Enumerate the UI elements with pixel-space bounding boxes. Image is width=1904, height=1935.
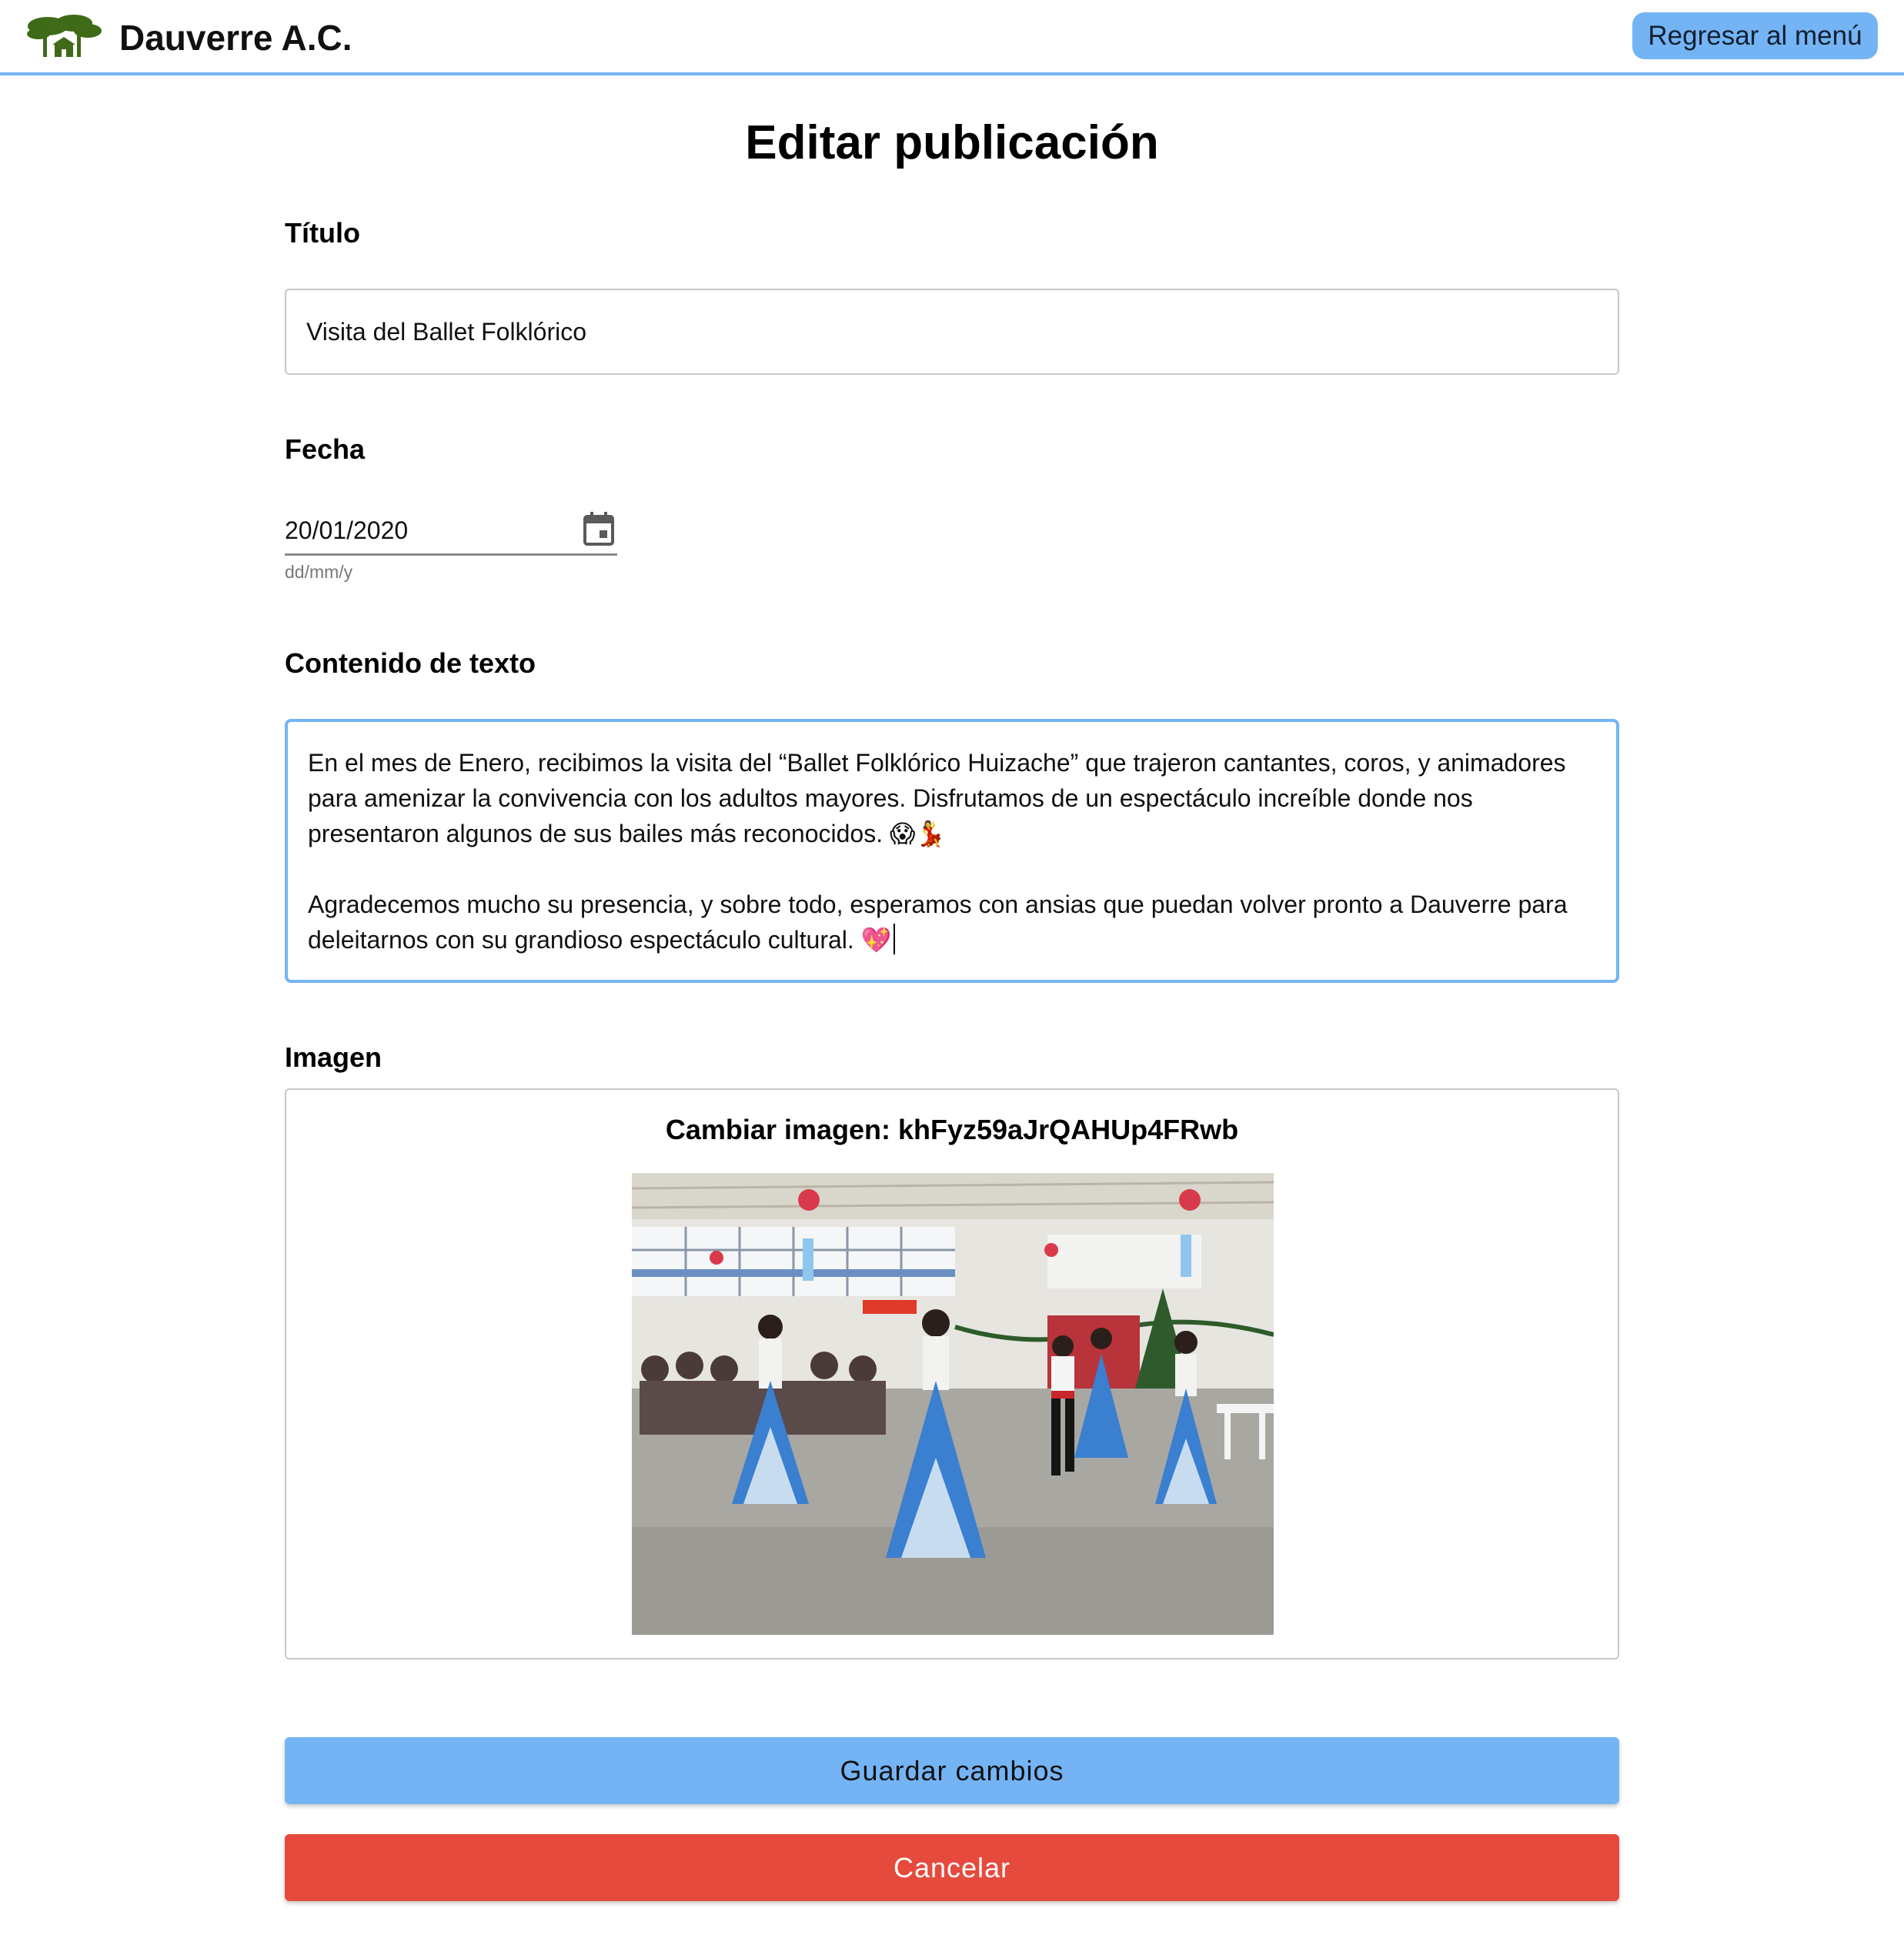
content-label: Contenido de texto	[285, 647, 536, 679]
content-textarea[interactable]: En el mes de Enero, recibimos la visita …	[285, 719, 1619, 983]
date-input[interactable]	[285, 508, 562, 553]
change-image-link[interactable]: Cambiar imagen: khFyz59aJrQAHUp4FRwb	[286, 1113, 1618, 1147]
date-field	[285, 508, 617, 556]
save-changes-button[interactable]: Guardar cambios	[285, 1737, 1619, 1804]
top-bar: Dauverre A.C. Regresar al menú	[0, 0, 1904, 75]
tree-logo-icon	[27, 15, 102, 57]
text-caret	[893, 924, 895, 954]
date-format-hint: dd/mm/y	[285, 562, 353, 582]
content-paragraph-text: Agradecemos mucho su presencia, y sobre …	[308, 891, 1568, 954]
cancel-button[interactable]: Cancelar	[285, 1834, 1619, 1901]
image-label: Imagen	[285, 1041, 382, 1073]
page-title: Editar publicación	[745, 116, 1159, 169]
post-image	[632, 1173, 1274, 1635]
image-panel: Cambiar imagen: khFyz59aJrQAHUp4FRwb	[285, 1088, 1619, 1659]
date-label: Fecha	[285, 433, 366, 465]
calendar-icon[interactable]	[583, 511, 615, 546]
title-label: Título	[285, 217, 360, 249]
back-to-menu-button[interactable]: Regresar al menú	[1632, 12, 1878, 59]
content-paragraph: En el mes de Enero, recibimos la visita …	[308, 749, 1566, 847]
title-input[interactable]	[285, 289, 1619, 375]
brand-name: Dauverre A.C.	[119, 18, 352, 58]
content-paragraph: Agradecemos mucho su presencia, y sobre …	[308, 887, 1596, 957]
